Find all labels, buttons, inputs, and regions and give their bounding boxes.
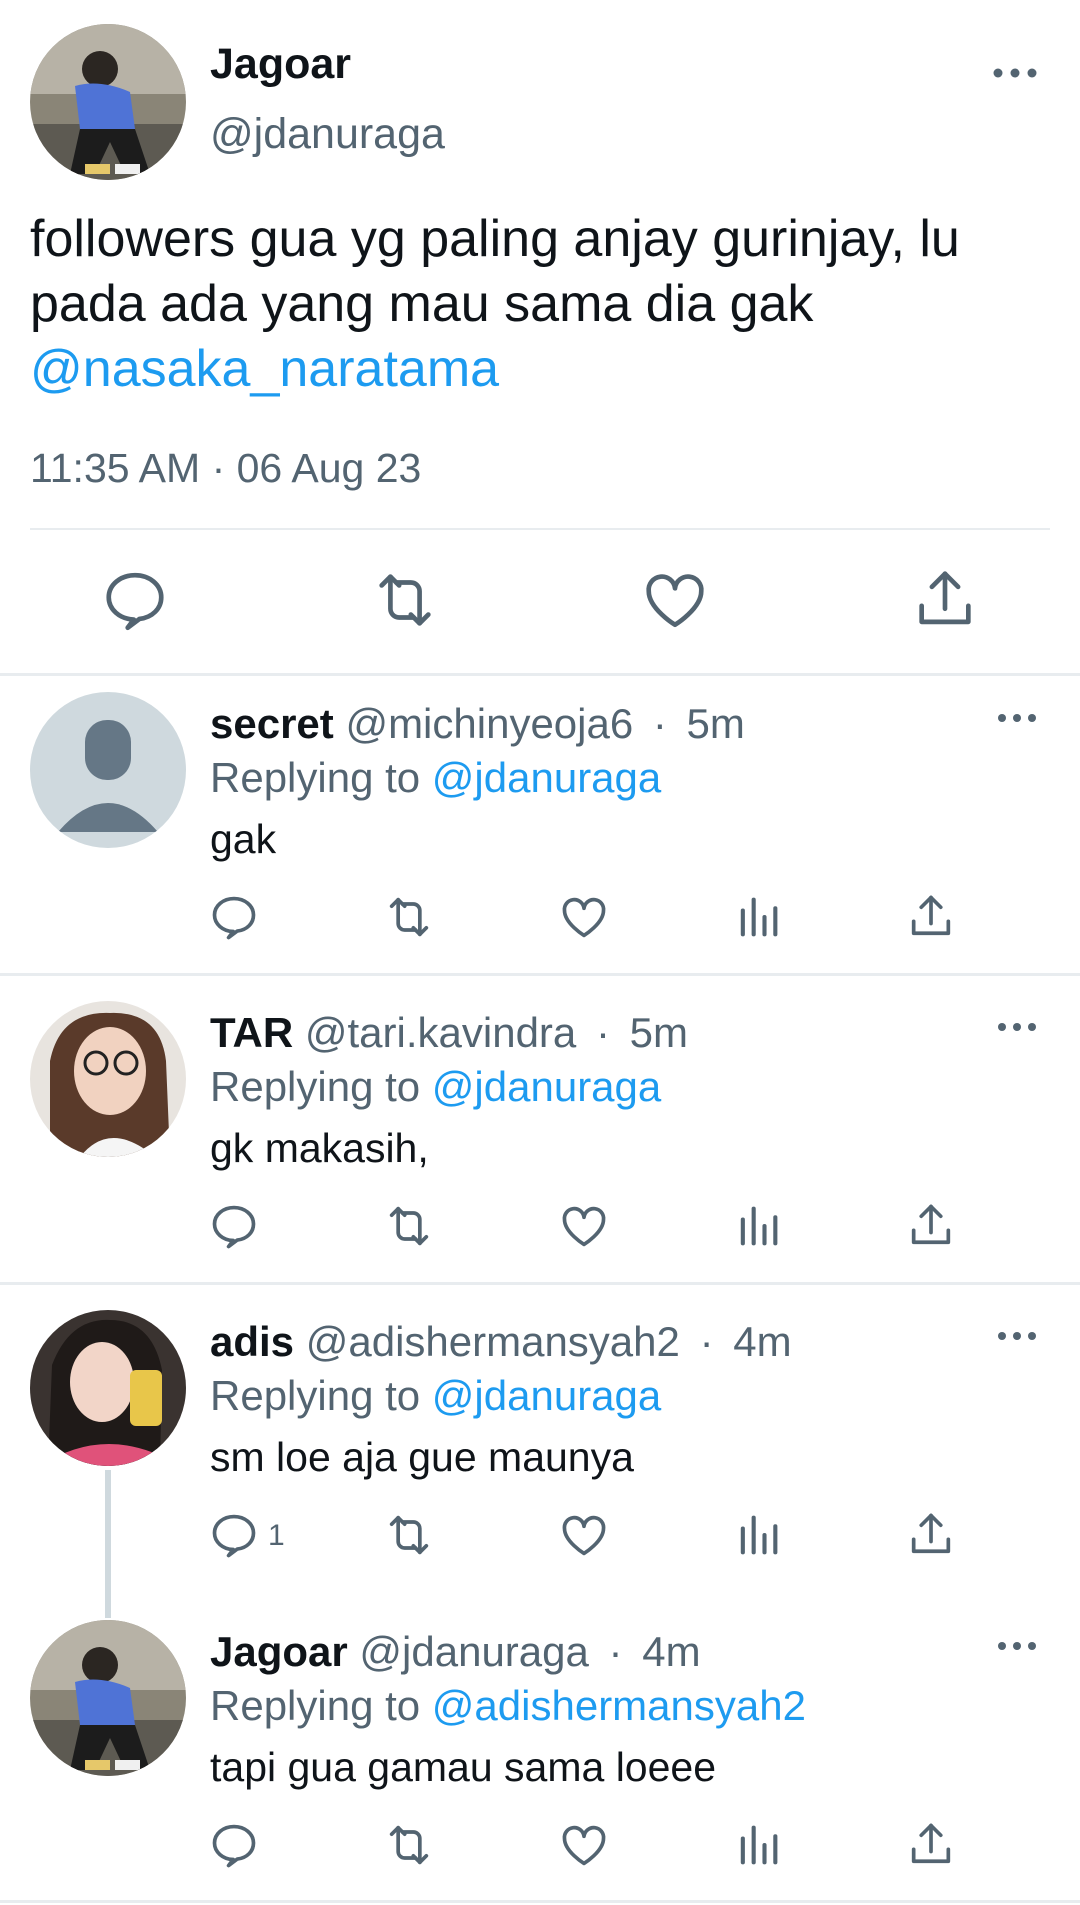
main-tweet: Jagoar @jdanuraga followers gua yg palin…: [0, 0, 1080, 676]
replying-to-link[interactable]: @jdanuraga: [432, 1372, 661, 1419]
reply-icon[interactable]: [208, 891, 260, 943]
mention-link[interactable]: @nasaka_naratama: [30, 337, 1060, 402]
display-name[interactable]: Jagoar: [210, 40, 351, 89]
display-name[interactable]: adis: [210, 1318, 294, 1365]
reply-header: Jagoar @jdanuraga · 4m: [210, 1628, 701, 1676]
replying-to: Replying to @jdanuraga: [210, 1372, 661, 1420]
separator-dot: ·: [652, 700, 667, 747]
avatar[interactable]: [30, 1310, 186, 1466]
reply-tweet[interactable]: secret @michinyeoja6 · 5m Replying to @j…: [0, 676, 1080, 982]
divider: [0, 1900, 1080, 1903]
share-icon[interactable]: [905, 891, 957, 943]
avatar[interactable]: [30, 1001, 186, 1157]
replying-to-label: Replying to: [210, 1372, 421, 1419]
analytics-icon[interactable]: [732, 1819, 784, 1871]
replying-to-link[interactable]: @jdanuraga: [432, 1063, 661, 1110]
reply-time: 4m: [733, 1318, 792, 1365]
reply-actions: [0, 1200, 1080, 1260]
divider: [0, 1282, 1080, 1285]
reply-tweet[interactable]: TAR @tari.kavindra · 5m Replying to @jda…: [0, 985, 1080, 1291]
reply-header: TAR @tari.kavindra · 5m: [210, 1009, 688, 1057]
reply-icon[interactable]: [208, 1819, 260, 1871]
reply-text: tapi gua gamau sama loeee: [210, 1744, 717, 1790]
avatar[interactable]: [30, 24, 186, 180]
share-icon[interactable]: [910, 565, 980, 635]
divider: [0, 973, 1080, 976]
like-icon[interactable]: [558, 891, 610, 943]
like-icon[interactable]: [640, 565, 710, 635]
reply-icon[interactable]: [100, 565, 170, 635]
display-name[interactable]: TAR: [210, 1009, 293, 1056]
divider: [30, 528, 1050, 530]
reply-icon[interactable]: [208, 1200, 260, 1252]
replying-to: Replying to @jdanuraga: [210, 1063, 661, 1111]
reply-header: secret @michinyeoja6 · 5m: [210, 700, 745, 748]
retweet-icon[interactable]: [370, 565, 440, 635]
display-name[interactable]: Jagoar: [210, 1628, 348, 1675]
replying-to-label: Replying to: [210, 1682, 421, 1729]
reply-actions: 1: [0, 1509, 1080, 1569]
reply-time: 5m: [686, 700, 745, 747]
user-handle[interactable]: @michinyeoja6: [345, 700, 633, 747]
retweet-icon[interactable]: [383, 1200, 435, 1252]
replying-to-link[interactable]: @jdanuraga: [432, 754, 661, 801]
retweet-icon[interactable]: [383, 1819, 435, 1871]
tweet-actions: [0, 565, 1080, 640]
retweet-icon[interactable]: [383, 1509, 435, 1561]
replying-to-link[interactable]: @adishermansyah2: [432, 1682, 806, 1729]
display-name[interactable]: secret: [210, 700, 334, 747]
like-icon[interactable]: [558, 1819, 610, 1871]
user-handle[interactable]: @tari.kavindra: [305, 1009, 576, 1056]
reply-time: 4m: [642, 1628, 701, 1675]
tweet-timestamp: 11:35 AM · 06 Aug 23: [30, 445, 422, 491]
separator-dot: ·: [699, 1318, 714, 1365]
more-options-icon[interactable]: [995, 1324, 1039, 1348]
user-handle[interactable]: @jdanuraga: [359, 1628, 588, 1675]
default-avatar-icon[interactable]: [30, 692, 186, 848]
more-options-icon[interactable]: [995, 706, 1039, 730]
reply-header: adis @adishermansyah2 · 4m: [210, 1318, 792, 1366]
tweet-text: followers gua yg paling anjay gurinjay, …: [30, 207, 1060, 402]
like-icon[interactable]: [558, 1200, 610, 1252]
analytics-icon[interactable]: [732, 891, 784, 943]
reply-count: 1: [268, 1519, 285, 1552]
replying-to: Replying to @jdanuraga: [210, 754, 661, 802]
share-icon[interactable]: [905, 1509, 957, 1561]
like-icon[interactable]: [558, 1509, 610, 1561]
separator-dot: ·: [595, 1009, 610, 1056]
reply-tweet[interactable]: adis @adishermansyah2 · 4m Replying to @…: [0, 1294, 1080, 1600]
more-options-icon[interactable]: [995, 1015, 1039, 1039]
share-icon[interactable]: [905, 1819, 957, 1871]
replying-to-label: Replying to: [210, 754, 421, 801]
analytics-icon[interactable]: [732, 1509, 784, 1561]
separator-dot: ·: [608, 1628, 623, 1675]
reply-actions: [0, 1819, 1080, 1879]
reply-text: gak: [210, 816, 277, 862]
reply-time: 5m: [629, 1009, 688, 1056]
user-handle[interactable]: @adishermansyah2: [306, 1318, 680, 1365]
tweet-text-line: pada ada yang mau sama dia gak: [30, 275, 814, 333]
avatar[interactable]: [30, 1620, 186, 1776]
reply-text: sm loe aja gue maunya: [210, 1434, 634, 1480]
tweet-text-line: followers gua yg paling anjay gurinjay, …: [30, 210, 960, 268]
replying-to-label: Replying to: [210, 1063, 421, 1110]
user-handle[interactable]: @jdanuraga: [210, 110, 445, 159]
reply-actions: [0, 891, 1080, 951]
reply-tweet[interactable]: Jagoar @jdanuraga · 4m Replying to @adis…: [0, 1604, 1080, 1905]
retweet-icon[interactable]: [383, 891, 435, 943]
replying-to: Replying to @adishermansyah2: [210, 1682, 806, 1730]
reply-text: gk makasih,: [210, 1125, 429, 1171]
share-icon[interactable]: [905, 1200, 957, 1252]
analytics-icon[interactable]: [732, 1200, 784, 1252]
reply-icon[interactable]: [208, 1509, 260, 1561]
more-options-icon[interactable]: [990, 58, 1040, 88]
more-options-icon[interactable]: [995, 1634, 1039, 1658]
